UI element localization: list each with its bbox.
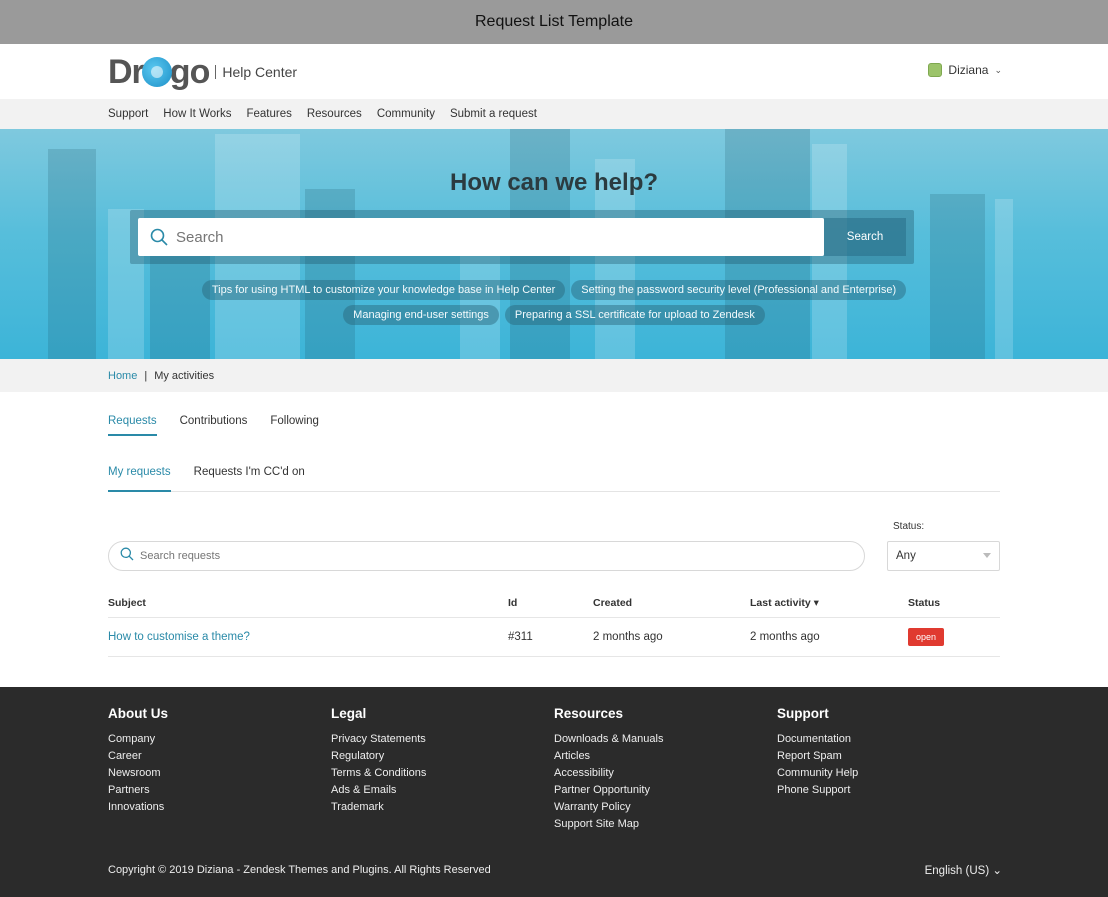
- skyline-building: [995, 199, 1013, 359]
- hero-title: How can we help?: [449, 169, 659, 196]
- footer-link[interactable]: Company: [108, 731, 168, 748]
- suggestion-row: Managing end-user settings Preparing a S…: [0, 305, 1108, 325]
- status-badge: open: [908, 628, 945, 646]
- language-selector[interactable]: English (US) ⌄: [925, 863, 1002, 877]
- chevron-down-icon: ⌄: [994, 64, 1002, 75]
- footer-link[interactable]: Privacy Statements: [331, 731, 426, 748]
- chevron-down-icon: [983, 553, 991, 558]
- footer-link[interactable]: Terms & Conditions: [331, 765, 426, 782]
- footer-link[interactable]: Trademark: [331, 799, 426, 816]
- footer-heading: Legal: [331, 706, 367, 721]
- footer-link[interactable]: Community Help: [777, 765, 858, 782]
- activity-tabs: Requests Contributions Following: [108, 415, 342, 436]
- nav-item-support[interactable]: Support: [108, 108, 148, 120]
- site-header: Dr go Help Center Diziana ⌄: [0, 44, 1108, 99]
- tab-requests[interactable]: Requests: [108, 415, 157, 436]
- col-subject[interactable]: Subject: [108, 597, 146, 609]
- request-tabs: My requests Requests I'm CC'd on: [108, 466, 1000, 492]
- breadcrumb-separator: |: [144, 369, 148, 382]
- col-id[interactable]: Id: [508, 597, 517, 609]
- suggestion-chip[interactable]: Tips for using HTML to customize your kn…: [201, 280, 566, 300]
- request-search-box[interactable]: [108, 541, 865, 571]
- col-last-activity[interactable]: Last activity ▾: [750, 597, 819, 609]
- logo-subtitle: Help Center: [215, 65, 297, 79]
- search-button[interactable]: Search: [824, 218, 906, 256]
- footer-link[interactable]: Career: [108, 748, 168, 765]
- request-created: 2 months ago: [593, 631, 663, 643]
- skyline-building: [930, 194, 985, 359]
- footer-heading: Support: [777, 706, 829, 721]
- logo-text-right: go: [169, 52, 211, 91]
- suggestion-chip[interactable]: Setting the password security level (Pro…: [571, 280, 907, 300]
- footer-heading: About Us: [108, 706, 168, 721]
- table-header: Subject Id Created Last activity ▾ Statu…: [108, 588, 1000, 618]
- breadcrumb: Home | My activities: [0, 359, 1108, 392]
- logo-text-left: Dr: [108, 52, 145, 91]
- footer-column-resources: Resources Downloads & Manuals Articles A…: [554, 706, 663, 833]
- hero-banner: How can we help? Search Tips for using H…: [0, 129, 1108, 359]
- footer-link[interactable]: Phone Support: [777, 782, 858, 799]
- col-created[interactable]: Created: [593, 597, 632, 609]
- tab-following[interactable]: Following: [270, 415, 319, 435]
- table-row: How to customise a theme? #311 2 months …: [108, 618, 1000, 657]
- footer-column-legal: Legal Privacy Statements Regulatory Term…: [331, 706, 426, 816]
- site-footer: About Us Company Career Newsroom Partner…: [0, 687, 1108, 897]
- footer-link[interactable]: Downloads & Manuals: [554, 731, 663, 748]
- request-id: #311: [508, 631, 533, 643]
- footer-column-about: About Us Company Career Newsroom Partner…: [108, 706, 168, 816]
- footer-link[interactable]: Partner Opportunity: [554, 782, 663, 799]
- tab-ccd-requests[interactable]: Requests I'm CC'd on: [194, 466, 305, 491]
- user-name: Diziana: [948, 63, 989, 77]
- logo-globe-icon: [141, 57, 172, 87]
- status-select-value: Any: [896, 550, 916, 562]
- footer-link[interactable]: Regulatory: [331, 748, 426, 765]
- nav-item-resources[interactable]: Resources: [307, 108, 362, 120]
- request-subject-link[interactable]: How to customise a theme?: [108, 631, 250, 643]
- footer-link[interactable]: Articles: [554, 748, 663, 765]
- avatar: [928, 63, 943, 77]
- footer-link[interactable]: Newsroom: [108, 765, 168, 782]
- tab-my-requests[interactable]: My requests: [108, 466, 171, 492]
- request-search-input[interactable]: [140, 550, 820, 562]
- footer-link[interactable]: Partners: [108, 782, 168, 799]
- user-menu[interactable]: Diziana ⌄: [928, 63, 1002, 77]
- nav-item-community[interactable]: Community: [377, 108, 435, 120]
- nav-item-submit-request[interactable]: Submit a request: [450, 108, 537, 120]
- requests-table: Subject Id Created Last activity ▾ Statu…: [108, 588, 1000, 657]
- status-filter-label: Status:: [893, 521, 925, 532]
- search-box[interactable]: [138, 218, 824, 256]
- footer-link[interactable]: Support Site Map: [554, 816, 663, 833]
- suggestion-row: Tips for using HTML to customize your kn…: [0, 280, 1108, 300]
- tab-contributions[interactable]: Contributions: [180, 415, 248, 435]
- footer-heading: Resources: [554, 706, 624, 721]
- status-select[interactable]: Any: [887, 541, 1000, 571]
- logo-mark: Dr go: [108, 52, 211, 92]
- copyright-text: Copyright © 2019 Diziana - Zendesk Theme…: [108, 864, 491, 876]
- suggestion-chip[interactable]: Managing end-user settings: [343, 305, 499, 325]
- window-title: Request List Template: [0, 0, 1108, 44]
- nav-item-features[interactable]: Features: [246, 108, 291, 120]
- nav-item-how-it-works[interactable]: How It Works: [163, 108, 231, 120]
- col-status[interactable]: Status: [908, 597, 940, 609]
- footer-link[interactable]: Accessibility: [554, 765, 663, 782]
- footer-link[interactable]: Ads & Emails: [331, 782, 426, 799]
- breadcrumb-home[interactable]: Home: [108, 370, 137, 382]
- footer-link[interactable]: Report Spam: [777, 748, 858, 765]
- footer-column-support: Support Documentation Report Spam Commun…: [777, 706, 858, 799]
- footer-link[interactable]: Warranty Policy: [554, 799, 663, 816]
- suggestion-chip[interactable]: Preparing a SSL certificate for upload t…: [504, 305, 765, 325]
- logo[interactable]: Dr go Help Center: [108, 52, 297, 92]
- search-input[interactable]: [176, 228, 796, 246]
- request-last-activity: 2 months ago: [750, 631, 820, 643]
- hero-search: Search: [130, 210, 914, 264]
- main-nav: Support How It Works Features Resources …: [0, 99, 1108, 129]
- breadcrumb-current: My activities: [154, 369, 215, 382]
- footer-link[interactable]: Documentation: [777, 731, 858, 748]
- search-icon: [120, 547, 134, 566]
- footer-link[interactable]: Innovations: [108, 799, 168, 816]
- search-icon: [150, 228, 168, 246]
